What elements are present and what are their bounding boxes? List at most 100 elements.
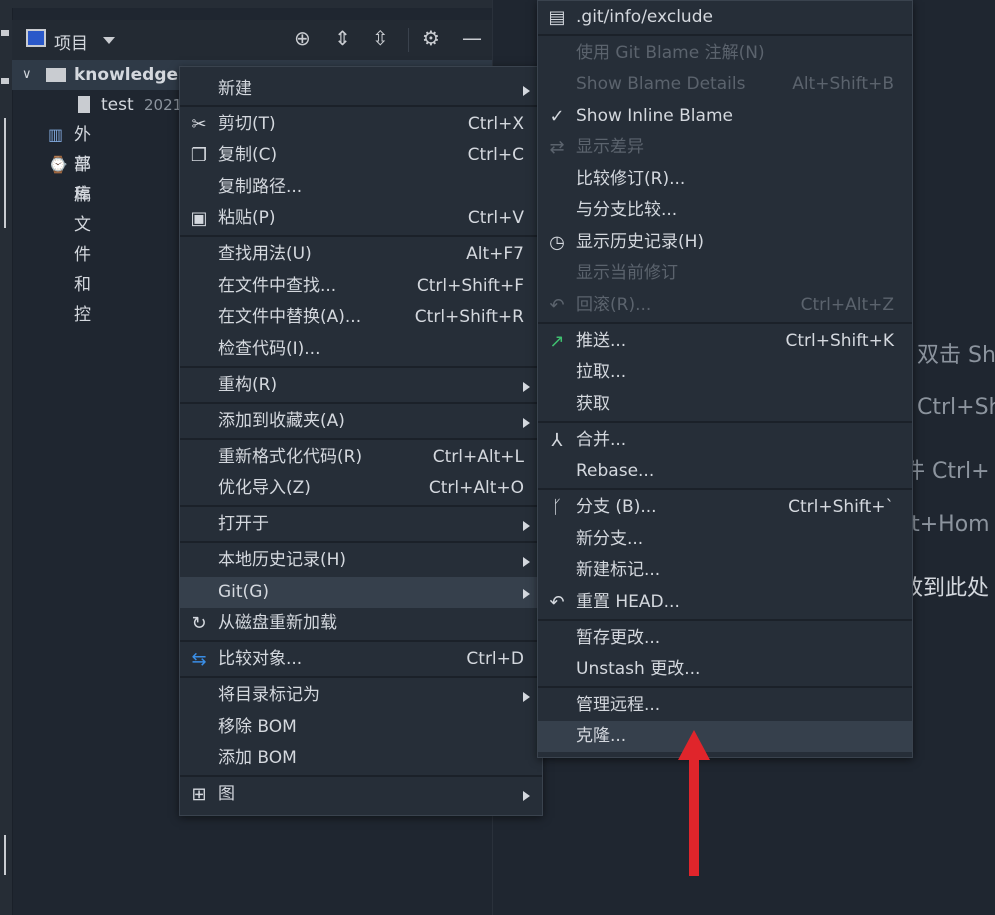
context-menu: 新建 ✂ 剪切(T) Ctrl+X ❐ 复制(C) Ctrl+C 复制路径... ▣ 粘贴(P) C…	[179, 66, 543, 816]
ctx-item[interactable]: 优化导入(Z) Ctrl+Alt+O	[180, 473, 542, 504]
menu-item-label: 暂存更改...	[576, 628, 661, 648]
git-item: 使用 Git Blame 注解(N)	[538, 38, 912, 69]
menu-separator	[180, 505, 542, 507]
menu-item-shortcut: Ctrl+Shift+R	[414, 307, 524, 327]
chevron-down-icon[interactable]	[103, 37, 115, 44]
menu-item-label: 图	[218, 784, 235, 804]
ctx-item[interactable]: 检查代码(I)...	[180, 334, 542, 365]
menu-item-shortcut: Ctrl+Shift+F	[416, 276, 524, 296]
git-item[interactable]: 新建标记...	[538, 555, 912, 586]
menu-item-shortcut: Ctrl+Shift+K	[785, 331, 894, 351]
git-item[interactable]: 与分支比较...	[538, 195, 912, 226]
menu-item-label: 获取	[576, 394, 610, 414]
git-item[interactable]: ↗ 推送... Ctrl+Shift+K	[538, 326, 912, 357]
ctx-item[interactable]: 重新格式化代码(R) Ctrl+Alt+L	[180, 442, 542, 473]
expand-all-icon[interactable]: ⇕	[334, 28, 351, 48]
menu-item-label: 新建标记...	[576, 560, 661, 580]
ctx-item[interactable]: 新建	[180, 74, 542, 105]
git-item[interactable]: ᚴ 分支 (B)... Ctrl+Shift+`	[538, 492, 912, 523]
ctx-item[interactable]: ↻ 从磁盘重新加载	[180, 608, 542, 639]
diagram-icon: ⊞	[191, 784, 207, 805]
menu-item-label: 查找用法(U)	[218, 244, 312, 264]
file-ignore-icon: ▤	[548, 7, 566, 28]
file-icon	[78, 96, 90, 113]
annotation-arrow	[678, 730, 710, 876]
git-item[interactable]: ▤ .git/info/exclude	[538, 2, 912, 33]
ctx-item[interactable]: 复制路径...	[180, 172, 542, 203]
hint-text: lt+Hom	[905, 512, 990, 537]
ctx-item[interactable]: 打开于	[180, 509, 542, 540]
menu-item-label: 新建	[218, 79, 252, 99]
collapse-all-icon[interactable]: ⇳	[372, 28, 389, 48]
ctx-item[interactable]: ▣ 粘贴(P) Ctrl+V	[180, 203, 542, 234]
rollback-icon: ↶	[549, 295, 565, 316]
menu-item-label: 拉取...	[576, 362, 627, 382]
menu-item-label: 移除 BOM	[218, 717, 297, 737]
diff-icon: ⇄	[549, 137, 565, 158]
menu-separator	[538, 421, 912, 423]
git-item[interactable]: 暂存更改...	[538, 623, 912, 654]
tree-label: test	[101, 95, 134, 115]
compare-icon: ⇆	[191, 649, 207, 670]
git-item[interactable]: 获取	[538, 389, 912, 420]
hint-text: Ctrl+Sh	[917, 395, 995, 420]
menu-item-shortcut: Ctrl+C	[467, 145, 524, 165]
project-view-icon	[26, 29, 46, 47]
menu-item-shortcut: Ctrl+Shift+`	[788, 497, 894, 517]
ctx-item[interactable]: 添加 BOM	[180, 743, 542, 774]
reset-icon: ↶	[549, 592, 565, 613]
menu-item-label: .git/info/exclude	[576, 7, 713, 27]
menu-item-label: 比较修订(R)...	[576, 169, 686, 189]
git-item[interactable]: 克隆...	[538, 721, 912, 752]
menu-item-label: 重构(R)	[218, 375, 278, 395]
menu-item-label: 本地历史记录(H)	[218, 550, 347, 570]
ctx-item[interactable]: 将目录标记为	[180, 680, 542, 711]
ctx-item[interactable]: 在文件中替换(A)... Ctrl+Shift+R	[180, 302, 542, 333]
ctx-item[interactable]: 查找用法(U) Alt+F7	[180, 239, 542, 270]
ctx-item[interactable]: Git(G)	[180, 577, 542, 608]
menu-item-label: 从磁盘重新加载	[218, 613, 337, 633]
minimize-icon[interactable]: —	[462, 28, 482, 48]
bookmarks-tool-tab[interactable]	[4, 118, 6, 228]
ctx-item[interactable]: 重构(R)	[180, 370, 542, 401]
ctx-item[interactable]: 添加到收藏夹(A)	[180, 406, 542, 437]
git-item[interactable]: 管理远程...	[538, 690, 912, 721]
menu-item-label: 比较对象...	[218, 649, 303, 669]
menu-item-label: 回滚(R)...	[576, 295, 652, 315]
git-item[interactable]: 拉取...	[538, 357, 912, 388]
project-view-label[interactable]: 项目	[54, 29, 88, 54]
project-tool-icon[interactable]	[1, 30, 9, 36]
ctx-item[interactable]: ❐ 复制(C) Ctrl+C	[180, 140, 542, 171]
git-item[interactable]: ◷ 显示历史记录(H)	[538, 227, 912, 258]
locate-icon[interactable]: ⊕	[294, 28, 311, 48]
branch-icon: ᚴ	[551, 497, 563, 518]
menu-separator	[180, 775, 542, 777]
check-icon: ✓	[549, 106, 565, 127]
ctx-item[interactable]: 本地历史记录(H)	[180, 545, 542, 576]
chevron-down-icon[interactable]: ∨	[22, 60, 32, 90]
git-item[interactable]: ✓ Show Inline Blame	[538, 101, 912, 132]
menu-separator	[180, 438, 542, 440]
git-item: Show Blame Details Alt+Shift+B	[538, 69, 912, 100]
ctx-item[interactable]: ⊞ 图	[180, 779, 542, 810]
ctx-item[interactable]: ⇆ 比较对象... Ctrl+D	[180, 644, 542, 675]
git-item[interactable]: 新分支...	[538, 524, 912, 555]
project-tool-marker	[1, 78, 9, 84]
git-item[interactable]: ↶ 重置 HEAD...	[538, 587, 912, 618]
merge-icon: ⅄	[551, 430, 563, 451]
git-item[interactable]: ⅄ 合并...	[538, 425, 912, 456]
ctx-item[interactable]: ✂ 剪切(T) Ctrl+X	[180, 109, 542, 140]
submenu-arrow-icon	[523, 589, 530, 599]
menu-item-shortcut: Ctrl+X	[467, 114, 524, 134]
gear-icon[interactable]: ⚙	[422, 28, 440, 48]
ctx-item[interactable]: 在文件中查找... Ctrl+Shift+F	[180, 271, 542, 302]
menu-item-label: Rebase...	[576, 461, 655, 481]
git-item[interactable]: Rebase...	[538, 456, 912, 487]
ctx-item[interactable]: 移除 BOM	[180, 712, 542, 743]
menu-item-label: 检查代码(I)...	[218, 339, 321, 359]
structure-tool-tab[interactable]	[4, 835, 6, 875]
git-item[interactable]: 比较修订(R)...	[538, 164, 912, 195]
git-item[interactable]: Unstash 更改...	[538, 654, 912, 685]
menu-item-label: 优化导入(Z)	[218, 478, 311, 498]
menu-item-label: 将目录标记为	[218, 685, 320, 705]
